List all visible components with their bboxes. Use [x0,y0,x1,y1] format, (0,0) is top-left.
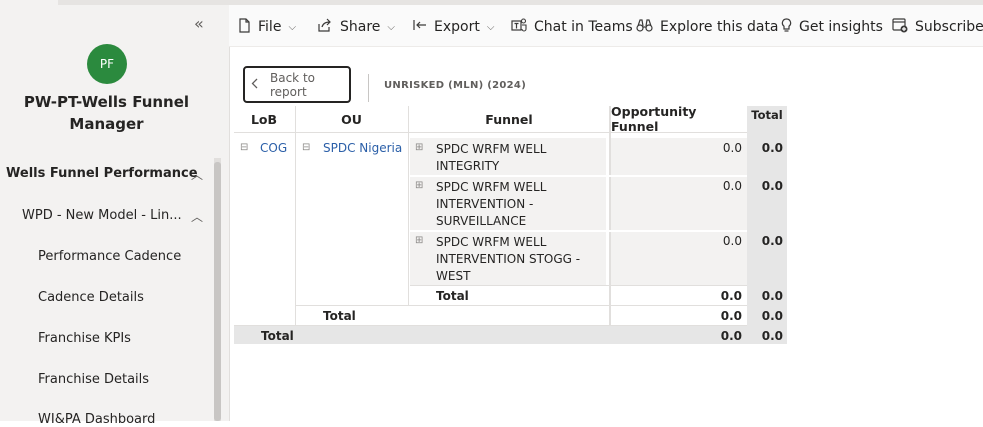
binoculars-icon [636,18,653,36]
funnel-line: SPDC WRFM WELL [436,180,547,194]
nav-subsection-wpd-new-model[interactable]: WPD - New Model - Lin... [22,208,182,223]
funnel-line: SPDC WRFM WELL [436,235,547,249]
row-divider [410,230,747,232]
explore-label: Explore this data [660,19,779,35]
funnel-line: SPDC WRFM WELL [436,142,547,156]
share-menu-button[interactable]: Share ⌵ [318,17,395,37]
nav-page-franchise-details[interactable]: Franchise Details [38,372,149,387]
header-lob[interactable]: LoB [234,106,294,132]
sidebar-top-bar [58,0,229,5]
get-insights-button[interactable]: Get insights [781,17,883,37]
row-divider [410,285,747,286]
header-divider [368,74,369,102]
table-row-funnel: SPDC WRFM WELL INTERVENTION STOGG - WEST [436,234,580,285]
back-to-report-label: Back to report [270,70,315,99]
table-row-funnel: SPDC WRFM WELL INTEGRITY [436,141,546,175]
file-label: File [258,19,282,35]
row-divider [410,175,747,177]
lightbulb-icon [781,17,792,37]
grand-total-opportunity: 0.0 [720,329,742,343]
teams-icon [511,17,527,37]
opportunity-value: 0.0 [722,141,742,155]
report-toolbar: File ⌵ Share ⌵ Export ⌵ Chat in Teams Ex… [229,0,983,47]
ou-total-label: Total [323,309,356,323]
share-icon [318,18,333,36]
header-opportunity-funnel[interactable]: Opportunity Funnel [611,104,747,134]
nav-page-wipa-dashboard[interactable]: WI&PA Dashboard [38,412,155,427]
back-to-report-button[interactable]: Back to report [243,66,351,103]
total-value: 0.0 [761,179,783,193]
expand-row-icon[interactable]: ⊞ [415,142,423,153]
left-sidebar: « PF PW-PT-Wells Funnel Manager Wells Fu… [0,0,230,427]
funnel-line: WEST [436,269,471,283]
nav-section-label: Wells Funnel Performance [6,166,198,181]
opportunity-value: 0.0 [722,234,742,248]
nav-subsection-label: WPD - New Model - Lin... [22,208,182,223]
expand-row-icon[interactable]: ⊞ [415,180,423,191]
chevron-down-icon: ⌵ [387,21,395,33]
funnel-line: INTEGRITY [436,159,500,173]
chevron-left-icon [251,78,258,92]
header-total[interactable]: Total [747,104,787,126]
explore-data-button[interactable]: Explore this data [636,17,779,37]
share-label: Share [340,19,381,35]
avatar: PF [87,44,127,84]
funnel-line: INTERVENTION - [436,197,534,211]
subscribe-icon [892,17,908,37]
chevron-up-icon[interactable]: ︿ [191,208,203,225]
funnel-total-opportunity: 0.0 [720,289,742,303]
row-divider [234,325,747,326]
header-funnel[interactable]: Funnel [409,106,609,132]
lob-value[interactable]: COG [260,141,287,155]
subscribe-button[interactable]: Subscribe t [892,17,983,37]
funnel-total-total: 0.0 [761,289,783,303]
funnel-total-label: Total [436,289,469,303]
collapse-sidebar-icon[interactable]: « [194,14,204,33]
collapse-ou-icon[interactable]: ⊟ [302,142,310,153]
sidebar-scrollbar-thumb[interactable] [214,162,221,421]
collapse-lob-icon[interactable]: ⊟ [240,142,248,153]
ou-value[interactable]: SPDC Nigeria [323,141,402,155]
total-value: 0.0 [761,141,783,155]
ou-total-opportunity: 0.0 [720,309,742,323]
nav-page-cadence-details[interactable]: Cadence Details [38,290,144,305]
file-icon [238,17,251,37]
table-row-funnel: SPDC WRFM WELL INTERVENTION - SURVEILLAN… [436,179,546,230]
filter-label: UNRISKED (MLN) (2024) [384,80,527,91]
chevron-down-icon: ⌵ [486,21,495,33]
chat-in-teams-button[interactable]: Chat in Teams [511,17,633,37]
chevron-up-icon[interactable]: ︿ [191,166,203,183]
grand-total-total: 0.0 [761,329,783,343]
nav-page-performance-cadence[interactable]: Performance Cadence [38,249,181,264]
chat-label: Chat in Teams [534,19,633,35]
export-icon [413,19,427,35]
grand-total-label: Total [261,329,294,343]
nav-page-franchise-kpis[interactable]: Franchise KPIs [38,331,131,346]
toolbar-top-bar [229,0,983,5]
nav-section-wells-funnel-performance[interactable]: Wells Funnel Performance [6,166,198,181]
column-divider [609,106,611,326]
column-divider [295,106,296,326]
column-divider [408,106,409,306]
opportunity-column-shading [611,138,747,285]
opportunity-value: 0.0 [722,179,742,193]
row-divider [296,305,747,306]
header-ou[interactable]: OU [296,106,407,132]
expand-row-icon[interactable]: ⊞ [415,235,423,246]
file-menu-button[interactable]: File ⌵ [238,17,296,37]
total-value: 0.0 [761,234,783,248]
funnel-line: SURVEILLANCE [436,214,527,228]
subscribe-label: Subscribe t [915,19,983,35]
export-label: Export [434,19,480,35]
ou-total-total: 0.0 [761,309,783,323]
export-menu-button[interactable]: Export ⌵ [413,17,494,37]
insights-label: Get insights [799,19,883,35]
app-title: PW-PT-Wells Funnel Manager [23,93,190,133]
chevron-down-icon: ⌵ [288,21,297,33]
funnel-line: INTERVENTION STOGG - [436,252,581,266]
